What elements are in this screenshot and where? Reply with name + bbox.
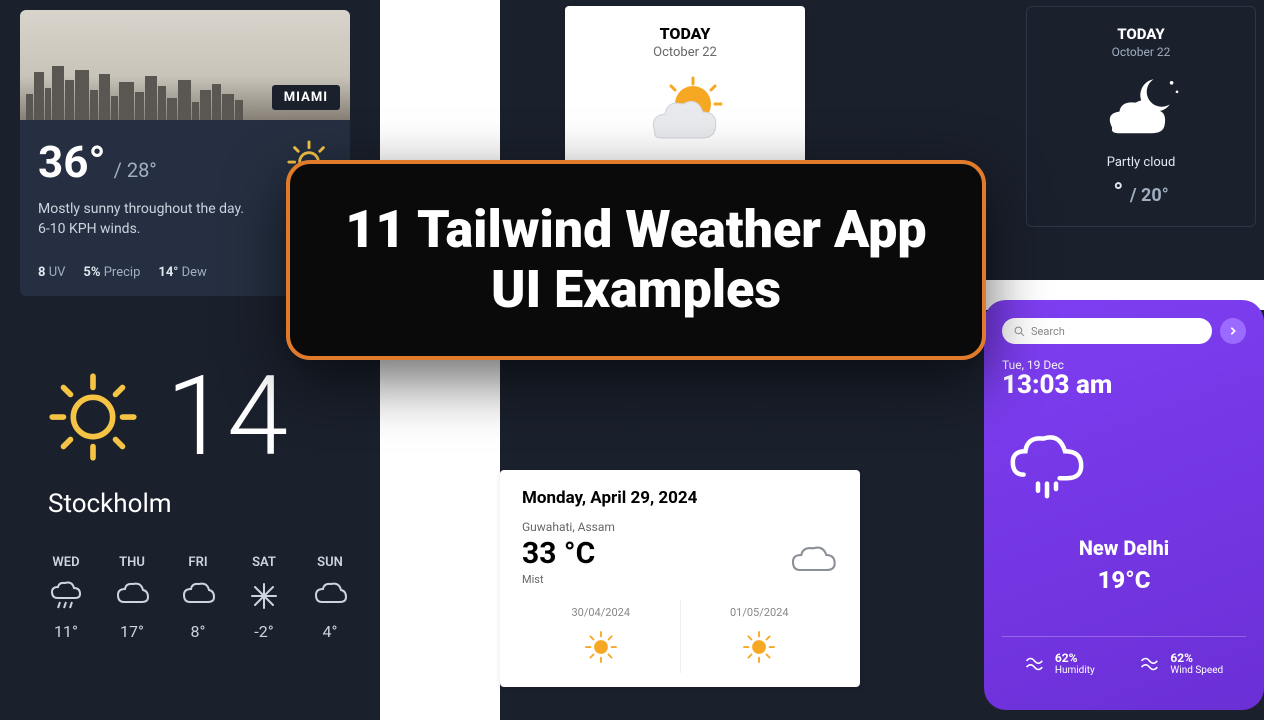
forecast-date: 01/05/2024 [685, 606, 835, 619]
search-icon [1014, 326, 1025, 337]
day-name: THU [114, 555, 150, 570]
moon-cloud-icon [1096, 71, 1186, 145]
forecast-day: 30/04/2024 [522, 600, 680, 673]
weather-card-assam: Monday, April 29, 2024 Guwahati, Assam 3… [500, 470, 860, 687]
weather-card-delhi: Search Tue, 19 Dec 13:03 am New Delhi 19… [984, 300, 1264, 710]
weather-card-stockholm: 14 Stockholm WED 11° THU 17° FRI 8° SAT … [0, 332, 380, 641]
temp-low: / 28° [114, 158, 157, 182]
partly-cloudy-icon [635, 74, 735, 154]
day-temp: -2° [246, 622, 282, 641]
search-placeholder: Search [1031, 325, 1065, 338]
city-badge: MIAMI [272, 85, 340, 110]
day-temp: 8° [180, 622, 216, 641]
date-label: October 22 [575, 45, 795, 60]
forecast-date: 30/04/2024 [526, 606, 676, 619]
forecast-day: WED 11° [48, 555, 84, 641]
day-temp: 17° [114, 622, 150, 641]
cloud-icon [114, 580, 150, 612]
day-name: SAT [246, 555, 282, 570]
day-name: FRI [180, 555, 216, 570]
condition-label: Partly cloud [1037, 155, 1245, 170]
temp-high-partial: ° [1113, 178, 1123, 208]
forecast-day: 01/05/2024 [680, 600, 839, 673]
forecast-day: SAT -2° [246, 555, 282, 641]
day-label: TODAY [575, 24, 795, 43]
snow-icon [246, 580, 282, 612]
headline-banner: 11 Tailwind Weather App UI Examples [286, 160, 986, 360]
condition-label: Mist [522, 573, 595, 586]
rain-cloud-icon [1002, 426, 1092, 516]
city-name: New Delhi [1002, 536, 1246, 560]
chevron-right-icon [1228, 326, 1238, 336]
cloud-icon [312, 580, 348, 612]
day-temp: 4° [312, 622, 348, 641]
wind-stat: 62%Wind Speed [1140, 651, 1223, 676]
forecast-row: WED 11° THU 17° FRI 8° SAT -2° SUN 4° [48, 555, 380, 641]
search-input[interactable]: Search [1002, 318, 1212, 344]
forecast-day: FRI 8° [180, 555, 216, 641]
wave-icon [1025, 655, 1047, 673]
humidity-stat: 62%Humidity [1025, 651, 1095, 676]
day-name: WED [48, 555, 84, 570]
rain-icon [48, 580, 84, 612]
wave-icon [1140, 655, 1162, 673]
forecast-row: 30/04/2024 01/05/2024 [522, 600, 838, 673]
forecast-day: THU 17° [114, 555, 150, 641]
search-go-button[interactable] [1220, 318, 1246, 344]
location-label: Guwahati, Assam [522, 520, 838, 534]
temp-current: 19°C [1002, 566, 1246, 594]
date-label: Tue, 19 Dec [1002, 358, 1246, 372]
city-name: Stockholm [48, 489, 380, 519]
cloud-icon [180, 580, 216, 612]
city-hero-image: MIAMI [20, 10, 350, 120]
day-name: SUN [312, 555, 348, 570]
temp-current: 14 [166, 352, 288, 481]
sun-icon [739, 627, 779, 667]
sun-icon [48, 372, 138, 462]
cloud-icon [788, 540, 838, 580]
date-label: Monday, April 29, 2024 [522, 488, 838, 508]
temp-current: 33 °C [522, 536, 595, 571]
sun-icon [581, 627, 621, 667]
day-temp: 11° [48, 622, 84, 641]
time-label: 13:03 am [1002, 370, 1246, 400]
temp-high: 36° [38, 136, 106, 188]
day-label: TODAY [1037, 25, 1245, 43]
weather-card-today-dark: TODAY October 22 Partly cloud ° / 20° [1026, 6, 1256, 227]
temp-low: / 20° [1130, 185, 1169, 206]
date-label: October 22 [1037, 45, 1245, 59]
forecast-day: SUN 4° [312, 555, 348, 641]
